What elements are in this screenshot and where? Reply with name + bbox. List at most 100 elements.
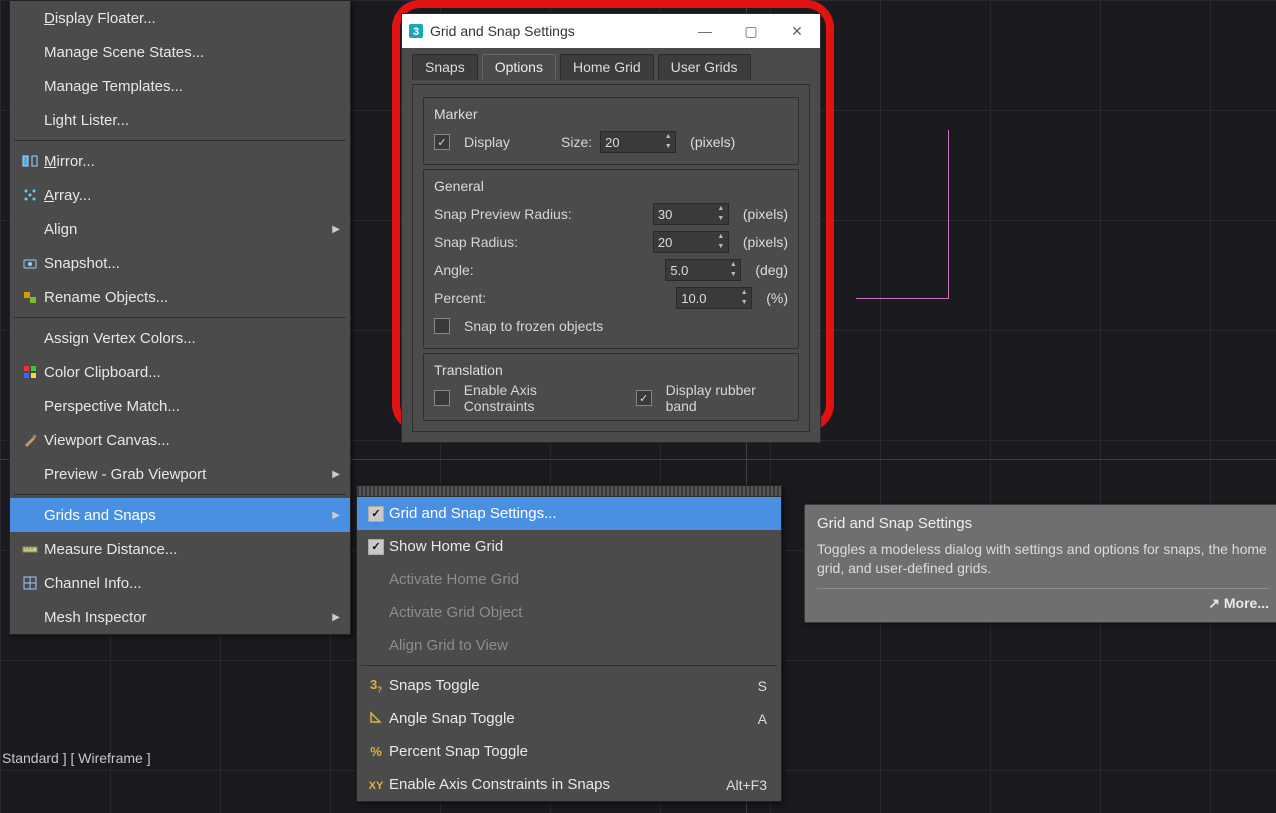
submenu-grip[interactable] [357, 486, 781, 497]
menu-item-label: Color Clipboard... [44, 364, 340, 381]
display-checkbox[interactable] [434, 134, 450, 150]
angle-icon [368, 709, 384, 728]
check-icon: ✓ [368, 506, 384, 522]
value-spinner[interactable]: ▲▼ [653, 231, 729, 253]
menu-item[interactable]: Assign Vertex Colors... [10, 321, 350, 355]
field-label: Snap Preview Radius: [434, 206, 645, 222]
menu-item[interactable]: Light Lister... [10, 103, 350, 137]
submenu-item-label: Grid and Snap Settings... [389, 505, 767, 522]
axis-label: Enable Axis Constraints [464, 382, 608, 414]
menu-item[interactable]: Viewport Canvas... [10, 423, 350, 457]
translation-legend: Translation [434, 362, 788, 378]
submenu-item-label: Activate Grid Object [389, 604, 767, 621]
menu-item[interactable]: Channel Info... [10, 566, 350, 600]
submenu-item[interactable]: % Percent Snap Toggle [357, 735, 781, 768]
submenu-item-label: Enable Axis Constraints in Snaps [389, 776, 726, 793]
marker-legend: Marker [434, 106, 788, 122]
unit-label: (pixels) [743, 206, 788, 222]
dialog-titlebar[interactable]: 3 Grid and Snap Settings — ▢ ✕ [402, 14, 820, 48]
menu-item-label: Align [44, 221, 332, 238]
rubber-checkbox[interactable] [636, 390, 652, 406]
submenu-item: Activate Grid Object [357, 596, 781, 629]
mirror-icon [16, 153, 44, 169]
field-label: Snap Radius: [434, 234, 645, 250]
submenu-arrow-icon: ▶ [332, 469, 340, 480]
menu-item[interactable]: Manage Templates... [10, 69, 350, 103]
tab-options[interactable]: Options [482, 54, 556, 80]
menu-item[interactable]: Align▶ [10, 212, 350, 246]
submenu-item[interactable]: XY Enable Axis Constraints in SnapsAlt+F3 [357, 768, 781, 801]
tools-menu: Display Floater... Manage Scene States...… [9, 0, 351, 635]
translation-group: Translation Enable Axis Constraints Disp… [423, 353, 799, 421]
menu-item-label: Snapshot... [44, 255, 340, 272]
shortcut-label: Alt+F3 [726, 777, 767, 793]
menu-item[interactable]: Mesh Inspector▶ [10, 600, 350, 634]
submenu-item-label: Align Grid to View [389, 637, 767, 654]
frozen-label: Snap to frozen objects [464, 318, 603, 334]
svg-text:3: 3 [413, 26, 419, 38]
brush-icon [16, 432, 44, 448]
close-button[interactable]: ✕ [774, 23, 820, 40]
menu-item[interactable]: Grids and Snaps▶ [10, 498, 350, 532]
menu-item[interactable]: Array... [10, 178, 350, 212]
submenu-item-label: Percent Snap Toggle [389, 743, 767, 760]
menu-item-label: Display Floater... [44, 10, 340, 27]
shortcut-label: S [758, 678, 767, 694]
tab-home-grid[interactable]: Home Grid [560, 54, 654, 80]
menu-item[interactable]: Manage Scene States... [10, 35, 350, 69]
value-spinner[interactable]: ▲▼ [665, 259, 741, 281]
submenu-item: Align Grid to View [357, 629, 781, 662]
tooltip-title: Grid and Snap Settings [817, 515, 1269, 532]
menu-item[interactable]: Color Clipboard... [10, 355, 350, 389]
array-icon [16, 187, 44, 203]
s3-icon: 3? [370, 677, 382, 695]
size-spinner[interactable]: ▲▼ [600, 131, 676, 153]
snapshot-icon [16, 255, 44, 271]
xy-icon: XY [369, 777, 384, 792]
submenu-item[interactable]: 3? Snaps ToggleS [357, 669, 781, 702]
submenu-arrow-icon: ▶ [332, 612, 340, 623]
menu-item[interactable]: Preview - Grab Viewport▶ [10, 457, 350, 491]
rubber-label: Display rubber band [666, 382, 788, 414]
general-legend: General [434, 178, 788, 194]
axis-checkbox[interactable] [434, 390, 450, 406]
tab-snaps[interactable]: Snaps [412, 54, 478, 80]
size-label: Size: [561, 134, 592, 150]
frozen-checkbox[interactable] [434, 318, 450, 334]
grid-snap-dialog: 3 Grid and Snap Settings — ▢ ✕ SnapsOpti… [401, 13, 821, 443]
tooltip: Grid and Snap Settings Toggles a modeles… [804, 504, 1276, 623]
menu-item[interactable]: Mirror... [10, 144, 350, 178]
tab-user-grids[interactable]: User Grids [658, 54, 751, 80]
menu-item[interactable]: Display Floater... [10, 1, 350, 35]
marker-group: Marker Display Size: ▲▼ (pixels) [423, 97, 799, 165]
value-spinner[interactable]: ▲▼ [653, 203, 729, 225]
menu-item-label: Measure Distance... [44, 541, 340, 558]
display-label: Display [464, 134, 510, 150]
minimize-button[interactable]: — [682, 23, 728, 39]
menu-item-label: Rename Objects... [44, 289, 340, 306]
app-icon: 3 [402, 23, 430, 39]
menu-item[interactable]: Measure Distance... [10, 532, 350, 566]
unit-label: (deg) [755, 262, 788, 278]
menu-item-label: Assign Vertex Colors... [44, 330, 340, 347]
pct-icon: % [370, 744, 382, 759]
menu-item[interactable]: Snapshot... [10, 246, 350, 280]
submenu-item[interactable]: ✓ Grid and Snap Settings... [357, 497, 781, 530]
tooltip-more[interactable]: ↗ More... [817, 588, 1269, 612]
maximize-button[interactable]: ▢ [728, 23, 774, 40]
options-panel: Marker Display Size: ▲▼ (pixels) General… [412, 84, 810, 432]
submenu-arrow-icon: ▶ [332, 224, 340, 235]
value-spinner[interactable]: ▲▼ [676, 287, 752, 309]
submenu-item-label: Snaps Toggle [389, 677, 758, 694]
submenu-item[interactable]: Angle Snap ToggleA [357, 702, 781, 735]
menu-item[interactable]: Perspective Match... [10, 389, 350, 423]
grids-snaps-submenu: ✓ Grid and Snap Settings... ✓Show Home Gri… [356, 485, 782, 802]
menu-item[interactable]: Rename Objects... [10, 280, 350, 314]
field-label: Angle: [434, 262, 657, 278]
check-icon: ✓ [368, 539, 384, 555]
submenu-item[interactable]: ✓Show Home Grid [357, 530, 781, 563]
grid-icon [16, 575, 44, 591]
menu-item-label: Mesh Inspector [44, 609, 332, 626]
selection-outline [856, 130, 949, 299]
size-unit: (pixels) [690, 134, 735, 150]
